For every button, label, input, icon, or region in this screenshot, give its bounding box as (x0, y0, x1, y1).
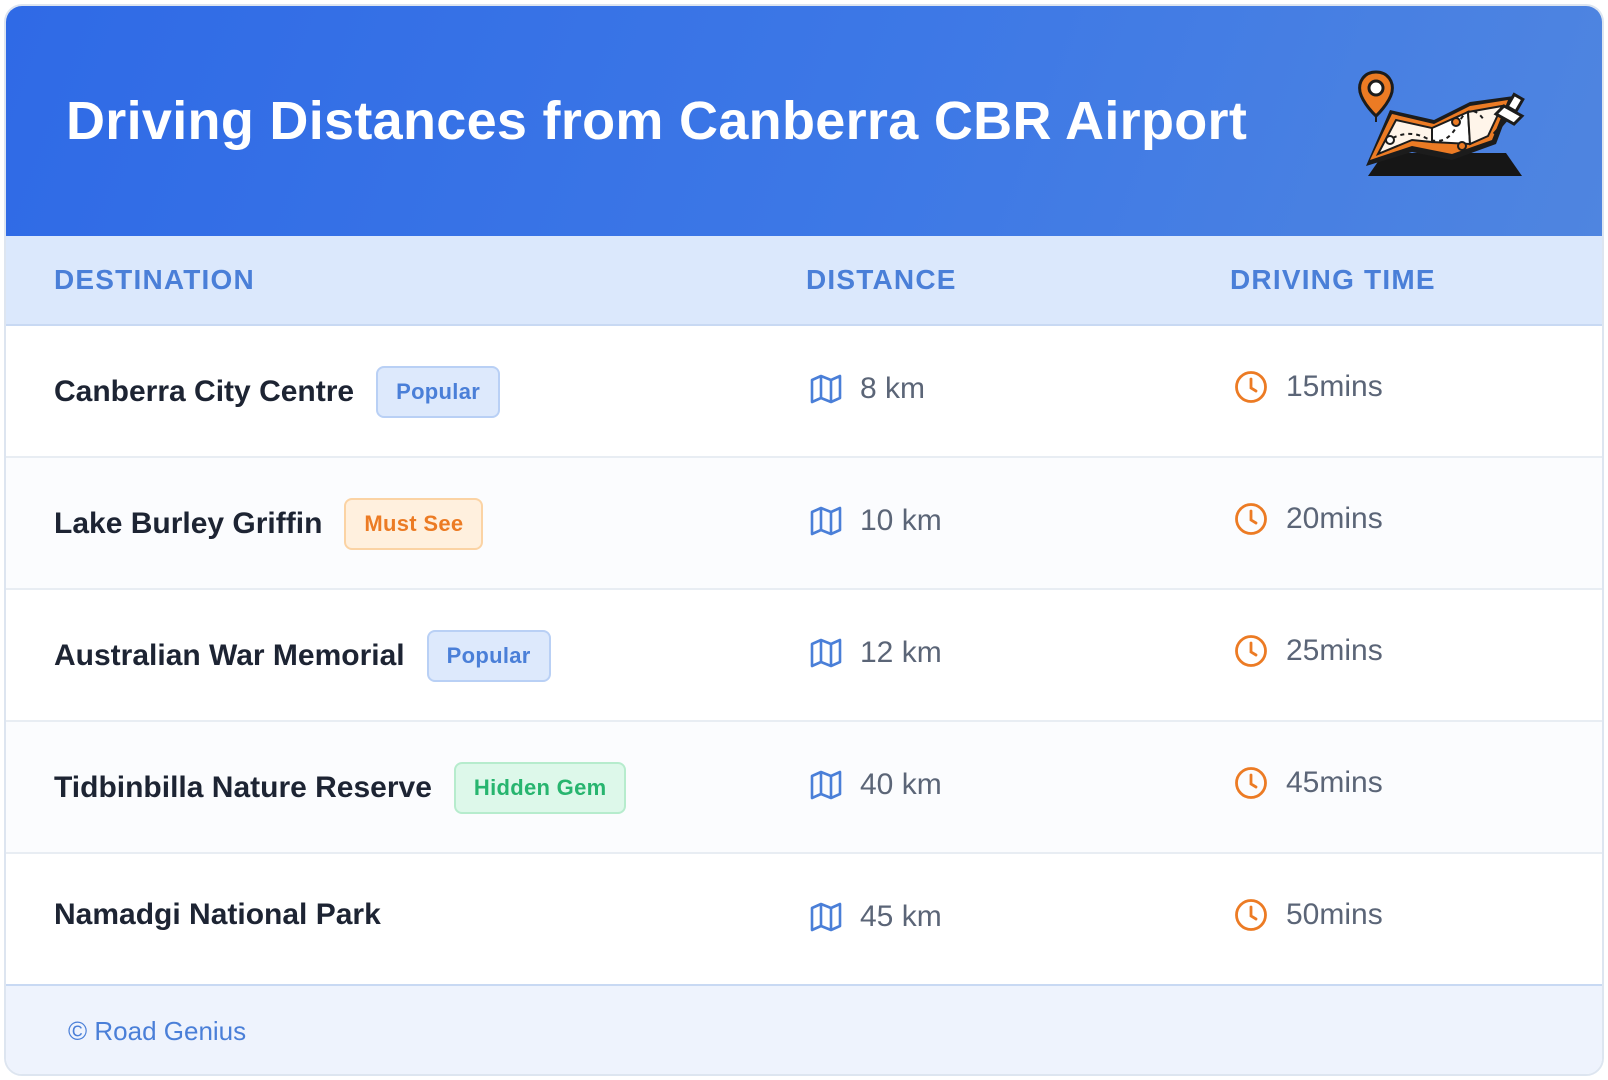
map-icon (810, 506, 842, 536)
time-value: 50mins (1286, 898, 1383, 931)
map-icon (810, 902, 842, 932)
clock-icon (1235, 899, 1267, 931)
footer-credit: © Road Genius (68, 1016, 247, 1046)
column-header-destination: DESTINATION (54, 264, 255, 295)
clock-icon (1235, 635, 1267, 667)
footer: © Road Genius (6, 984, 1602, 1074)
table-row: Namadgi National Park 45 km 50mins (6, 854, 1602, 984)
distance-cell: 45 km (810, 900, 942, 934)
header-banner: Driving Distances from Canberra CBR Airp… (6, 6, 1602, 236)
clock-icon (1235, 767, 1267, 799)
distance-value: 12 km (860, 636, 942, 669)
distance-cell: 40 km (810, 768, 942, 802)
destination-cell: Tidbinbilla Nature Reserve Hidden Gem (54, 762, 627, 814)
destination-cell: Namadgi National Park (54, 898, 381, 932)
time-cell: 15mins (1234, 370, 1383, 404)
page-title: Driving Distances from Canberra CBR Airp… (66, 91, 1248, 151)
map-icon (810, 374, 842, 404)
column-header-driving-time: DRIVING TIME (1230, 264, 1436, 295)
destination-name: Lake Burley Griffin (54, 507, 323, 540)
time-value: 45mins (1286, 766, 1383, 799)
distance-value: 40 km (860, 768, 942, 801)
table-row: Australian War Memorial Popular 12 km 25… (6, 590, 1602, 722)
destination-cell: Lake Burley Griffin Must See (54, 498, 484, 550)
distance-table-card: Driving Distances from Canberra CBR Airp… (4, 4, 1604, 1076)
destination-name: Namadgi National Park (54, 898, 381, 931)
time-cell: 20mins (1234, 502, 1383, 536)
status-badge: Popular (376, 366, 501, 418)
time-value: 20mins (1286, 502, 1383, 535)
map-icon (810, 638, 842, 668)
destination-name: Canberra City Centre (54, 375, 355, 408)
table-header: DESTINATION DISTANCE DRIVING TIME (6, 236, 1602, 326)
map-icon (810, 770, 842, 800)
status-badge: Popular (426, 630, 551, 682)
distance-value: 8 km (860, 372, 926, 405)
status-badge: Must See (344, 498, 484, 550)
distance-cell: 12 km (810, 636, 942, 670)
clock-icon (1235, 371, 1267, 403)
destination-cell: Australian War Memorial Popular (54, 630, 551, 682)
distance-cell: 8 km (810, 372, 925, 406)
time-cell: 45mins (1234, 766, 1383, 800)
table-row: Lake Burley Griffin Must See 10 km 20min… (6, 458, 1602, 590)
distance-cell: 10 km (810, 504, 942, 538)
time-value: 15mins (1286, 370, 1383, 403)
table-row: Canberra City Centre Popular 8 km 15mins (6, 326, 1602, 458)
destination-name: Australian War Memorial (54, 639, 405, 672)
table-row: Tidbinbilla Nature Reserve Hidden Gem 40… (6, 722, 1602, 854)
time-cell: 25mins (1234, 634, 1383, 668)
time-value: 25mins (1286, 634, 1383, 667)
status-badge: Hidden Gem (453, 762, 627, 814)
map-with-pin-icon (1358, 70, 1525, 176)
column-header-distance: DISTANCE (806, 264, 957, 295)
distance-value: 45 km (860, 900, 942, 933)
destination-cell: Canberra City Centre Popular (54, 366, 501, 418)
destination-name: Tidbinbilla Nature Reserve (54, 771, 432, 804)
time-cell: 50mins (1234, 898, 1383, 932)
distance-value: 10 km (860, 504, 942, 537)
clock-icon (1235, 503, 1267, 535)
